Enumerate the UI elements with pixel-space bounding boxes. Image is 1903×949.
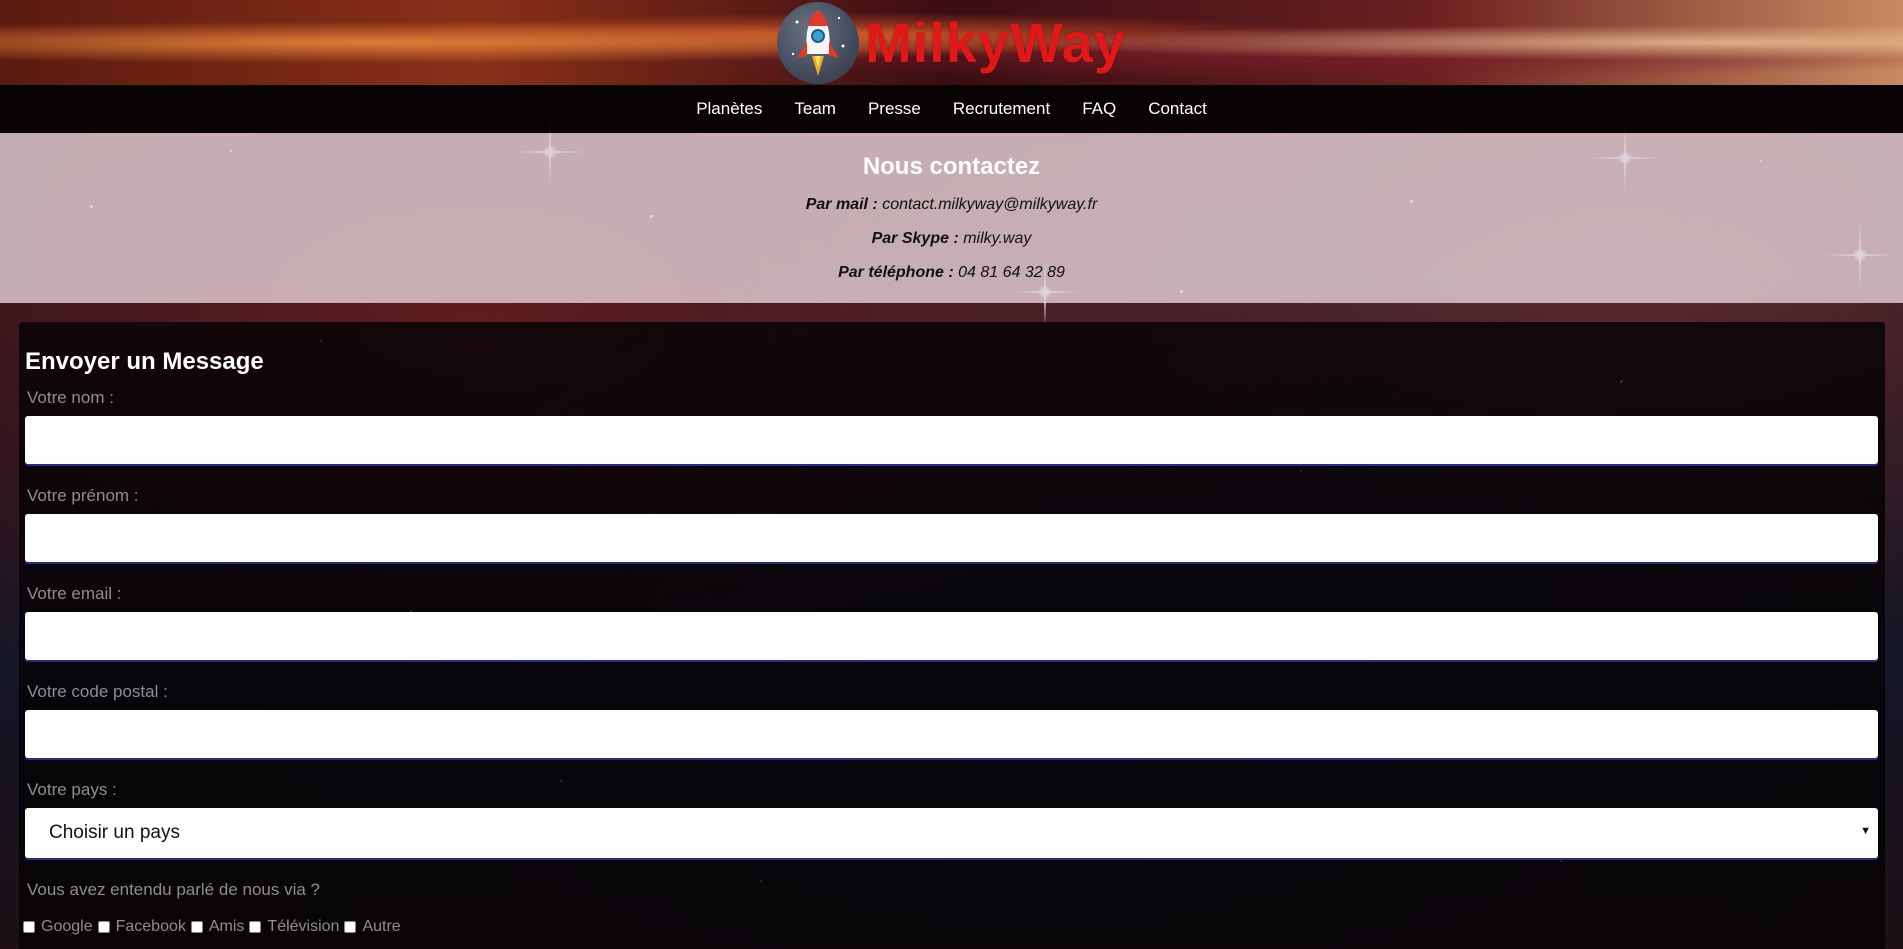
- nav-item-team[interactable]: Team: [794, 99, 836, 119]
- nav-item-faq[interactable]: FAQ: [1082, 99, 1116, 119]
- checkbox-icon[interactable]: [249, 921, 262, 933]
- source-label-amis: Amis: [208, 918, 245, 935]
- dropdown-arrow-icon: ▼: [1860, 825, 1871, 837]
- form-title: Envoyer un Message: [25, 348, 264, 375]
- contact-phone-label: Par téléphone :: [838, 264, 954, 281]
- contact-info-panel: Nous contactez Par mail : contact.milkyw…: [0, 133, 1903, 303]
- site-header: MilkyWay: [0, 0, 1903, 85]
- checkbox-icon[interactable]: [97, 921, 110, 933]
- postal-code-input[interactable]: [25, 710, 1878, 758]
- source-question: Vous avez entendu parlé de nous via ?: [27, 880, 320, 899]
- source-checkbox-autre[interactable]: Autre: [344, 918, 401, 936]
- source-label-autre: Autre: [362, 918, 401, 935]
- name-label: Votre nom :: [27, 388, 114, 407]
- contact-skype: Par Skype : milky.way: [0, 227, 1903, 250]
- nav-item-contact[interactable]: Contact: [1148, 99, 1207, 119]
- nav-item-planetes[interactable]: Planètes: [696, 99, 762, 119]
- source-checkbox-facebook[interactable]: Facebook: [97, 918, 186, 936]
- firstname-label: Votre prénom :: [27, 486, 139, 505]
- source-label-television: Télévision: [267, 918, 340, 935]
- firstname-input[interactable]: [25, 514, 1878, 562]
- contact-skype-value: milky.way: [963, 230, 1032, 247]
- checkbox-icon[interactable]: [344, 921, 357, 933]
- contact-skype-label: Par Skype :: [871, 230, 959, 247]
- email-input[interactable]: [25, 612, 1878, 660]
- message-form: Envoyer un Message Votre nom : Votre pré…: [19, 322, 1885, 949]
- name-input[interactable]: [25, 416, 1878, 464]
- nav-item-presse[interactable]: Presse: [868, 99, 921, 119]
- contact-phone: Par téléphone : 04 81 64 32 89: [0, 261, 1903, 284]
- postal-code-label: Votre code postal :: [27, 682, 168, 701]
- email-label: Votre email :: [27, 584, 122, 603]
- contact-title: Nous contactez: [862, 153, 1041, 180]
- main-nav: Planètes Team Presse Recrutement FAQ Con…: [0, 85, 1903, 133]
- source-checkbox-television[interactable]: Télévision: [249, 918, 339, 936]
- rocket-icon: [776, 1, 859, 84]
- source-checkbox-group: Google Facebook Amis Télévision Autre: [23, 918, 1879, 936]
- brand-name: MilkyWay: [864, 11, 1127, 74]
- nav-item-recrutement[interactable]: Recrutement: [953, 99, 1050, 119]
- country-selected-value: Choisir un pays: [49, 822, 180, 843]
- contact-mail-value: contact.milkyway@milkyway.fr: [882, 196, 1098, 213]
- country-label: Votre pays :: [27, 780, 117, 799]
- checkbox-icon[interactable]: [190, 921, 203, 933]
- contact-phone-value: 04 81 64 32 89: [958, 264, 1065, 281]
- country-select[interactable]: Choisir un pays ▼: [25, 808, 1878, 858]
- site-logo[interactable]: MilkyWay: [776, 1, 1127, 84]
- source-checkbox-google[interactable]: Google: [23, 918, 93, 936]
- checkbox-icon[interactable]: [23, 921, 35, 933]
- source-checkbox-amis[interactable]: Amis: [190, 918, 245, 936]
- contact-mail-label: Par mail :: [805, 196, 878, 213]
- source-label-google: Google: [41, 918, 93, 935]
- contact-mail: Par mail : contact.milkyway@milkyway.fr: [0, 193, 1903, 216]
- source-label-facebook: Facebook: [115, 918, 186, 935]
